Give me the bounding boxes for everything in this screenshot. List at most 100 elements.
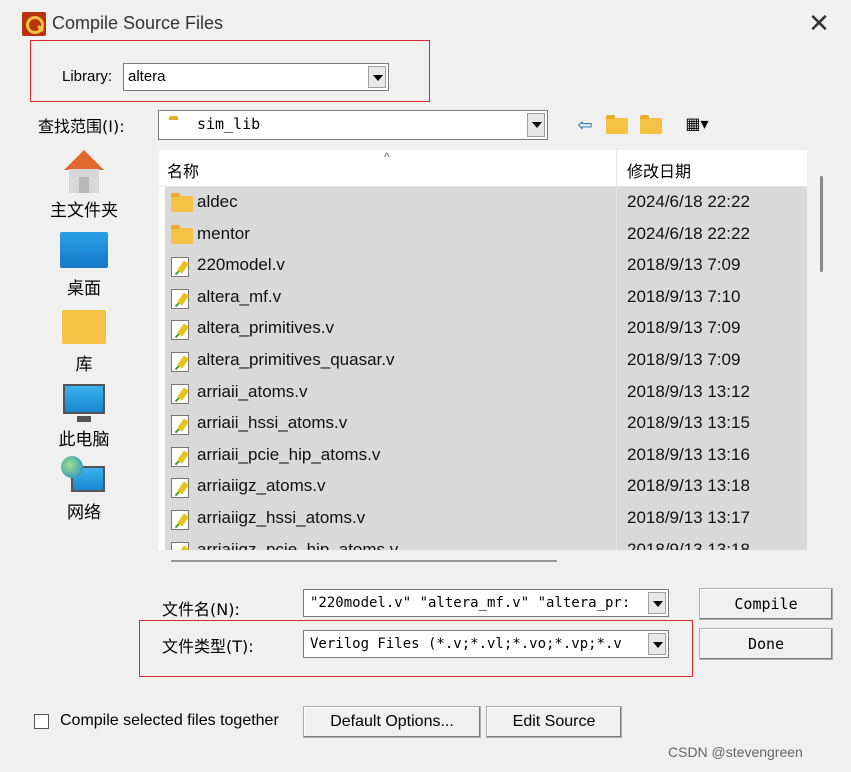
file-date: 2018/9/13 13:15 bbox=[627, 413, 750, 433]
file-date: 2018/9/13 7:10 bbox=[627, 286, 741, 306]
place-label: 库 bbox=[75, 355, 93, 375]
file-name: arriaii_hssi_atoms.v bbox=[197, 413, 348, 433]
compile-together-label: Compile selected files together bbox=[60, 712, 279, 729]
computer-icon bbox=[63, 384, 105, 414]
scroll-thumb[interactable] bbox=[820, 176, 823, 272]
file-row[interactable]: mentor 2024/6/18 22:22 bbox=[165, 218, 807, 251]
file-row[interactable]: arriaii_hssi_atoms.v 2018/9/13 13:15 bbox=[165, 408, 807, 440]
file-row[interactable]: arriaiigz_atoms.v 2018/9/13 13:18 bbox=[165, 471, 807, 503]
folder-icon bbox=[171, 193, 193, 212]
file-list[interactable]: 名称 ^ 修改日期 aldec 2024/6/18 22:22 mentor 2024… bbox=[159, 150, 807, 550]
place-library[interactable]: 库 bbox=[34, 310, 134, 375]
file-name-label: 文件名(N): bbox=[162, 600, 240, 619]
verilog-file-icon bbox=[171, 541, 189, 550]
file-type-select[interactable]: Verilog Files (*.v;*.vl;*.vo;*.vp;*.v bbox=[303, 630, 669, 658]
file-name-value: "220model.v" "altera_mf.v" "altera_pr: bbox=[310, 595, 631, 611]
place-this-pc[interactable]: 此电脑 bbox=[34, 384, 134, 450]
verilog-file-icon bbox=[171, 446, 189, 467]
vertical-scrollbar[interactable] bbox=[812, 150, 832, 550]
compile-button[interactable]: Compile bbox=[699, 588, 833, 620]
file-row[interactable]: arriaii_atoms.v 2018/9/13 13:12 bbox=[165, 376, 807, 409]
place-home[interactable]: 主文件夹 bbox=[34, 150, 134, 221]
file-date: 2024/6/18 22:22 bbox=[627, 192, 750, 211]
file-date: 2018/9/13 7:09 bbox=[627, 318, 741, 338]
column-header-date[interactable]: 修改日期 bbox=[627, 158, 691, 182]
file-name: 220model.v bbox=[197, 255, 285, 275]
file-name: altera_mf.v bbox=[197, 286, 282, 306]
column-divider bbox=[616, 150, 617, 186]
file-name: mentor bbox=[197, 223, 250, 243]
scroll-thumb[interactable] bbox=[171, 560, 557, 562]
library-folder-icon bbox=[62, 310, 106, 344]
file-date: 2018/9/13 7:09 bbox=[627, 350, 741, 369]
verilog-file-icon bbox=[171, 478, 189, 499]
chevron-down-icon[interactable] bbox=[527, 113, 545, 137]
place-desktop[interactable]: 桌面 bbox=[34, 232, 134, 299]
close-button[interactable]: ✕ bbox=[804, 8, 834, 38]
file-name: arriaii_pcie_hip_atoms.v bbox=[197, 444, 381, 464]
file-date: 2018/9/13 13:16 bbox=[627, 444, 750, 464]
verilog-file-icon bbox=[171, 352, 189, 372]
sort-up-icon: ^ bbox=[384, 150, 390, 164]
file-name: altera_primitives_quasar.v bbox=[197, 350, 395, 369]
view-menu-icon[interactable]: ▦▾ bbox=[675, 113, 719, 137]
verilog-file-icon bbox=[171, 510, 189, 530]
window-title: Compile Source Files bbox=[52, 13, 224, 33]
look-in-label: 查找范围(I): bbox=[38, 117, 125, 136]
file-row[interactable]: altera_primitives.v 2018/9/13 7:09 bbox=[165, 313, 807, 345]
place-label: 网络 bbox=[67, 503, 101, 523]
file-row[interactable]: arriaiigz_hssi_atoms.v 2018/9/13 13:17 bbox=[165, 503, 807, 535]
default-options-button[interactable]: Default Options... bbox=[303, 706, 481, 738]
column-header-name[interactable]: 名称 bbox=[167, 158, 199, 182]
list-header: 名称 ^ 修改日期 bbox=[159, 150, 807, 187]
done-button[interactable]: Done bbox=[699, 628, 833, 660]
place-network[interactable]: 网络 bbox=[34, 456, 134, 523]
file-type-label: 文件类型(T): bbox=[162, 637, 254, 656]
verilog-file-icon bbox=[171, 383, 189, 404]
file-name: arriaiigz_atoms.v bbox=[197, 476, 326, 496]
file-name-input[interactable]: "220model.v" "altera_mf.v" "altera_pr: bbox=[303, 589, 669, 617]
quartus-app-icon bbox=[22, 12, 46, 36]
compile-together-checkbox[interactable] bbox=[34, 714, 49, 729]
place-label: 桌面 bbox=[67, 279, 101, 299]
file-name: aldec bbox=[197, 192, 238, 211]
new-folder-icon[interactable] bbox=[638, 113, 664, 137]
verilog-file-icon bbox=[171, 320, 189, 341]
edit-source-button[interactable]: Edit Source bbox=[486, 706, 622, 738]
place-label: 此电脑 bbox=[58, 430, 110, 450]
back-arrow-icon[interactable]: ⇦ bbox=[572, 113, 598, 137]
file-date: 2018/9/13 7:09 bbox=[627, 255, 741, 275]
look-in-value: sim_lib bbox=[197, 115, 261, 133]
watermark: CSDN @stevengreen bbox=[668, 744, 803, 760]
library-select[interactable]: altera bbox=[123, 63, 389, 91]
file-row[interactable]: aldec 2024/6/18 22:22 bbox=[165, 187, 807, 219]
verilog-file-icon bbox=[171, 415, 189, 436]
place-label: 主文件夹 bbox=[50, 201, 118, 221]
up-folder-icon[interactable] bbox=[604, 113, 630, 137]
file-date: 2018/9/13 13:17 bbox=[627, 508, 750, 527]
home-icon bbox=[61, 150, 107, 194]
file-row[interactable]: altera_primitives_quasar.v 2018/9/13 7:09 bbox=[165, 345, 807, 377]
horizontal-scrollbar[interactable] bbox=[159, 553, 807, 569]
file-name: arriaiigz_hssi_atoms.v bbox=[197, 508, 366, 527]
file-date: 2018/9/13 13:12 bbox=[627, 381, 750, 401]
file-row[interactable]: arriaiigz_pcie_hip_atoms.v 2018/9/13 13:1… bbox=[165, 534, 807, 550]
look-in-select[interactable]: sim_lib bbox=[158, 110, 548, 140]
file-date: 2018/9/13 13:18 bbox=[627, 476, 750, 496]
library-value: altera bbox=[128, 68, 166, 85]
chevron-down-icon[interactable] bbox=[648, 633, 666, 655]
chevron-down-icon[interactable] bbox=[368, 66, 386, 88]
file-name: altera_primitives.v bbox=[197, 318, 334, 338]
desktop-icon bbox=[60, 232, 108, 268]
file-date: 2024/6/18 22:22 bbox=[627, 223, 750, 243]
verilog-file-icon bbox=[171, 257, 189, 278]
file-type-value: Verilog Files (*.v;*.vl;*.vo;*.vp;*.v bbox=[310, 636, 622, 652]
file-row[interactable]: 220model.v 2018/9/13 7:09 bbox=[165, 250, 807, 282]
file-name: arriaii_atoms.v bbox=[197, 381, 308, 401]
file-row[interactable]: altera_mf.v 2018/9/13 7:10 bbox=[165, 281, 807, 314]
file-row[interactable]: arriaii_pcie_hip_atoms.v 2018/9/13 13:16 bbox=[165, 439, 807, 472]
folder-icon bbox=[171, 224, 193, 244]
chevron-down-icon[interactable] bbox=[648, 592, 666, 614]
column-divider bbox=[616, 186, 617, 550]
verilog-file-icon bbox=[171, 288, 189, 309]
